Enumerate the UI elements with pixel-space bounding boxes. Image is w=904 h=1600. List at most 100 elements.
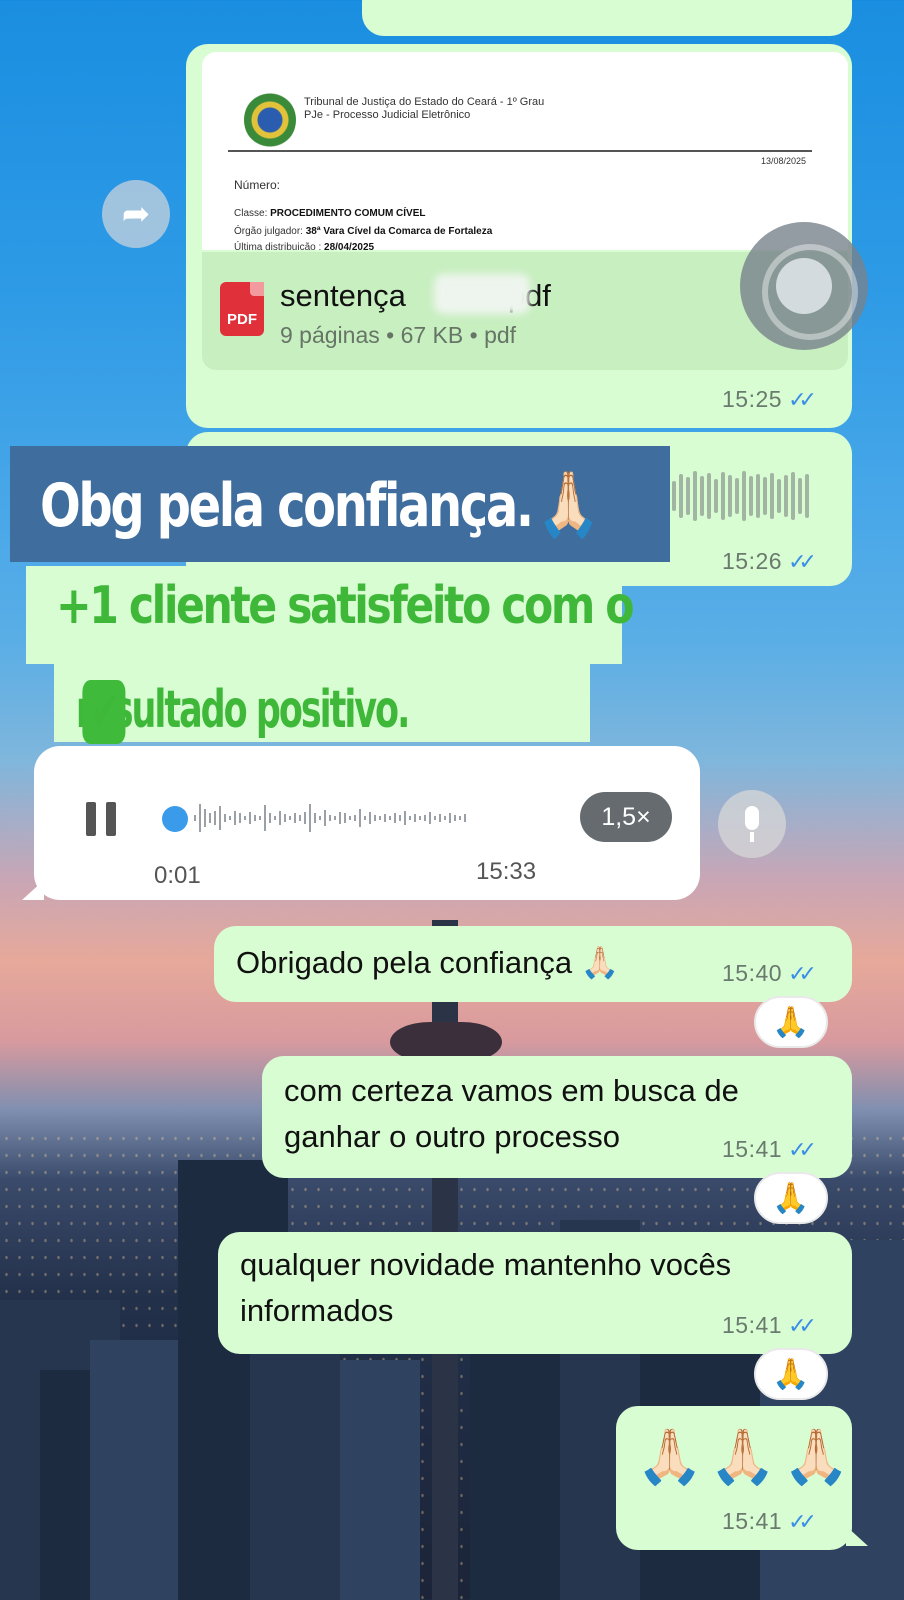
message-text: Obrigado pela confiança 🙏🏻 bbox=[236, 945, 620, 980]
message-time: 15:25 ✓✓ bbox=[722, 386, 817, 412]
audio-waveform-bar bbox=[464, 814, 466, 822]
waveform-bar bbox=[742, 471, 746, 521]
waveform-bar bbox=[770, 473, 774, 519]
document-classe: Classe: PROCEDIMENTO COMUM CÍVEL bbox=[234, 208, 426, 219]
audio-waveform-bar bbox=[349, 816, 351, 820]
audio-waveform-bar bbox=[459, 816, 461, 820]
waveform-bar bbox=[749, 476, 753, 516]
waveform-bar bbox=[714, 479, 718, 513]
praying-hands-icon: 🙏🏻 bbox=[536, 467, 600, 542]
waveform-bar bbox=[700, 476, 704, 516]
audio-waveform-bar bbox=[404, 811, 406, 825]
waveform-bar bbox=[728, 475, 732, 517]
audio-waveform-bar bbox=[334, 816, 336, 820]
waveform-bar bbox=[707, 473, 711, 519]
message-bubble[interactable]: com certeza vamos em busca de ganhar o o… bbox=[262, 1056, 852, 1178]
reaction-badge[interactable]: 🙏 bbox=[754, 996, 828, 1048]
audio-scrubber[interactable] bbox=[162, 806, 188, 832]
audio-waveform-bar bbox=[374, 815, 376, 821]
audio-waveform-bar bbox=[329, 815, 331, 821]
audio-waveform[interactable] bbox=[194, 798, 564, 838]
audio-waveform-bar bbox=[294, 813, 296, 823]
audio-waveform-bar bbox=[394, 813, 396, 823]
audio-waveform-bar bbox=[409, 816, 411, 820]
waveform-bar bbox=[756, 474, 760, 518]
microphone-icon[interactable] bbox=[718, 790, 786, 858]
bubble-tail bbox=[846, 1526, 868, 1546]
previous-message-bubble[interactable] bbox=[362, 0, 852, 36]
message-bubble[interactable]: Obrigado pela confiança 🙏🏻 15:40 ✓✓ bbox=[214, 926, 852, 1002]
document-numero: Número: bbox=[234, 178, 281, 192]
waveform-bar bbox=[805, 474, 809, 518]
waveform-bar bbox=[721, 472, 725, 520]
audio-waveform-bar bbox=[419, 816, 421, 820]
record-overlay-button[interactable] bbox=[740, 222, 868, 350]
audio-waveform-bar bbox=[379, 816, 381, 820]
message-time: 15:41 ✓✓ bbox=[722, 1136, 817, 1162]
pdf-icon: PDF bbox=[220, 282, 264, 336]
read-ticks-icon: ✓✓ bbox=[788, 1509, 817, 1534]
waveform-bar bbox=[679, 474, 683, 518]
playback-speed-button[interactable]: 1,5× bbox=[580, 792, 672, 842]
document-distribuicao: Última distribuição : 28/04/2025 bbox=[234, 242, 375, 250]
audio-waveform-bar bbox=[219, 806, 221, 830]
read-ticks-icon: ✓✓ bbox=[788, 961, 817, 986]
forward-icon[interactable]: ➦ bbox=[102, 180, 170, 248]
audio-waveform-bar bbox=[389, 816, 391, 820]
caption-green-line2: resultado positivo. ✔ bbox=[54, 660, 590, 744]
audio-waveform-bar bbox=[254, 815, 256, 821]
audio-waveform-bar bbox=[204, 809, 206, 827]
reaction-badge[interactable]: 🙏 bbox=[754, 1348, 828, 1400]
read-ticks-icon: ✓✓ bbox=[788, 549, 817, 574]
audio-elapsed: 0:01 bbox=[154, 862, 201, 889]
audio-waveform-bar bbox=[264, 805, 266, 831]
audio-message-bubble[interactable]: 1,5× 0:01 15:33 bbox=[34, 746, 700, 900]
audio-waveform-bar bbox=[384, 814, 386, 822]
waveform-bar bbox=[686, 477, 690, 515]
audio-waveform-bar bbox=[209, 813, 211, 823]
audio-waveform-bar bbox=[234, 811, 236, 825]
audio-waveform-bar bbox=[224, 814, 226, 822]
voice-time: 15:26 ✓✓ bbox=[722, 548, 817, 574]
audio-waveform-bar bbox=[309, 804, 311, 832]
waveform-bar bbox=[693, 471, 697, 521]
check-mark-icon: ✔ bbox=[82, 680, 126, 744]
audio-waveform-bar bbox=[354, 815, 356, 821]
audio-waveform-bar bbox=[454, 815, 456, 821]
caption-line2: +1 cliente satisfeito com o bbox=[56, 576, 634, 636]
audio-waveform-bar bbox=[429, 812, 431, 824]
audio-waveform-bar bbox=[214, 811, 216, 825]
audio-waveform-bar bbox=[364, 816, 366, 820]
read-ticks-icon: ✓✓ bbox=[788, 387, 817, 412]
audio-waveform-bar bbox=[229, 816, 231, 820]
audio-waveform-bar bbox=[414, 814, 416, 822]
bubble-tail bbox=[22, 880, 44, 900]
audio-time: 15:33 bbox=[476, 858, 537, 885]
audio-waveform-bar bbox=[274, 816, 276, 820]
audio-waveform-bar bbox=[314, 813, 316, 823]
waveform-bar bbox=[777, 479, 781, 513]
waveform-bar bbox=[672, 481, 676, 511]
audio-waveform-bar bbox=[299, 815, 301, 821]
audio-waveform-bar bbox=[439, 814, 441, 822]
praying-hands-icon: 🙏🏻🙏🏻🙏🏻 bbox=[636, 1427, 856, 1487]
reaction-badge[interactable]: 🙏 bbox=[754, 1172, 828, 1224]
message-time: 15:41 ✓✓ bbox=[722, 1312, 817, 1338]
audio-waveform-bar bbox=[424, 815, 426, 821]
redacted-filename bbox=[434, 274, 530, 314]
document-preview[interactable]: Tribunal de Justiça do Estado do Ceará -… bbox=[202, 52, 848, 250]
audio-waveform-bar bbox=[289, 816, 291, 820]
waveform-bar bbox=[784, 475, 788, 517]
document-divider bbox=[228, 150, 812, 152]
message-bubble[interactable]: qualquer novidade mantenho vocês informa… bbox=[218, 1232, 852, 1354]
pause-icon[interactable] bbox=[86, 802, 120, 836]
audio-waveform-bar bbox=[319, 816, 321, 820]
audio-waveform-bar bbox=[249, 812, 251, 824]
message-time: 15:40 ✓✓ bbox=[722, 960, 817, 986]
audio-waveform-bar bbox=[244, 816, 246, 820]
audio-waveform-bar bbox=[199, 804, 201, 832]
audio-waveform-bar bbox=[304, 812, 306, 824]
audio-waveform-bar bbox=[194, 815, 196, 821]
audio-waveform-bar bbox=[279, 811, 281, 825]
audio-waveform-bar bbox=[449, 813, 451, 823]
